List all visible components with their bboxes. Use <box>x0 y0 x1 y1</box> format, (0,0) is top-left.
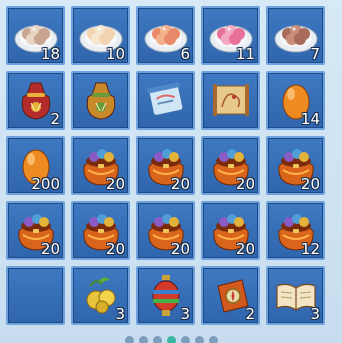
inventory-slot[interactable]: 20 <box>71 136 130 195</box>
inventory-grid: 18 10 6 11 7 2 14 200 20 20 20 20 20 20 20 20 12 3 3 2 3 <box>6 6 325 326</box>
item-count: 7 <box>310 45 320 63</box>
inventory-slot[interactable] <box>6 266 65 325</box>
inventory-slot[interactable]: 20 <box>136 201 195 260</box>
inventory-slot[interactable]: 7 <box>266 6 325 65</box>
inventory-slot[interactable]: 18 <box>6 6 65 65</box>
inventory-slot[interactable]: 3 <box>136 266 195 325</box>
inventory-slot[interactable]: 20 <box>136 136 195 195</box>
item-count: 20 <box>40 240 60 258</box>
gold-lucky-pouch-icon <box>78 77 124 123</box>
inventory-slot[interactable]: 2 <box>6 71 65 130</box>
page-dot[interactable] <box>166 336 176 343</box>
inventory-slot[interactable]: 2 <box>201 266 260 325</box>
inventory-slot[interactable]: 6 <box>136 6 195 65</box>
page-dot[interactable] <box>194 336 204 343</box>
blue-scroll-icon <box>143 77 189 123</box>
item-count: 14 <box>300 110 320 128</box>
item-count: 20 <box>170 175 190 193</box>
inventory-slot[interactable]: 12 <box>266 201 325 260</box>
inventory-slot[interactable]: 20 <box>6 201 65 260</box>
inventory-slot[interactable] <box>71 71 130 130</box>
treasure-map-scroll-icon <box>208 77 254 123</box>
inventory-panel: 18 10 6 11 7 2 14 200 20 20 20 20 20 20 20 20 12 3 3 2 3 <box>0 0 342 343</box>
item-count: 20 <box>300 175 320 193</box>
inventory-slot[interactable]: 11 <box>201 6 260 65</box>
inventory-slot[interactable] <box>136 71 195 130</box>
inventory-slot[interactable]: 20 <box>266 136 325 195</box>
inventory-slot[interactable]: 10 <box>71 6 130 65</box>
inventory-slot[interactable] <box>201 71 260 130</box>
page-dot[interactable] <box>152 336 162 343</box>
inventory-slot[interactable]: 20 <box>201 201 260 260</box>
item-count: 3 <box>115 305 125 323</box>
item-count: 3 <box>310 305 320 323</box>
item-count: 20 <box>235 240 255 258</box>
item-count: 20 <box>105 240 125 258</box>
item-count: 20 <box>235 175 255 193</box>
item-count: 6 <box>180 45 190 63</box>
item-count: 10 <box>105 45 125 63</box>
inventory-slot[interactable]: 14 <box>266 71 325 130</box>
item-count: 12 <box>300 240 320 258</box>
page-dot[interactable] <box>180 336 190 343</box>
inventory-slot[interactable]: 3 <box>266 266 325 325</box>
item-count: 200 <box>31 175 60 193</box>
item-count: 11 <box>235 45 255 63</box>
page-dot[interactable] <box>208 336 218 343</box>
inventory-slot[interactable]: 3 <box>71 266 130 325</box>
item-count: 18 <box>40 45 60 63</box>
item-count: 2 <box>50 110 60 128</box>
page-dot[interactable] <box>138 336 148 343</box>
inventory-slot[interactable]: 20 <box>71 201 130 260</box>
item-count: 2 <box>245 305 255 323</box>
page-dot[interactable] <box>124 336 134 343</box>
page-indicator <box>0 333 342 343</box>
item-count: 20 <box>105 175 125 193</box>
inventory-slot[interactable]: 20 <box>201 136 260 195</box>
inventory-slot[interactable]: 200 <box>6 136 65 195</box>
item-count: 20 <box>170 240 190 258</box>
item-count: 3 <box>180 305 190 323</box>
